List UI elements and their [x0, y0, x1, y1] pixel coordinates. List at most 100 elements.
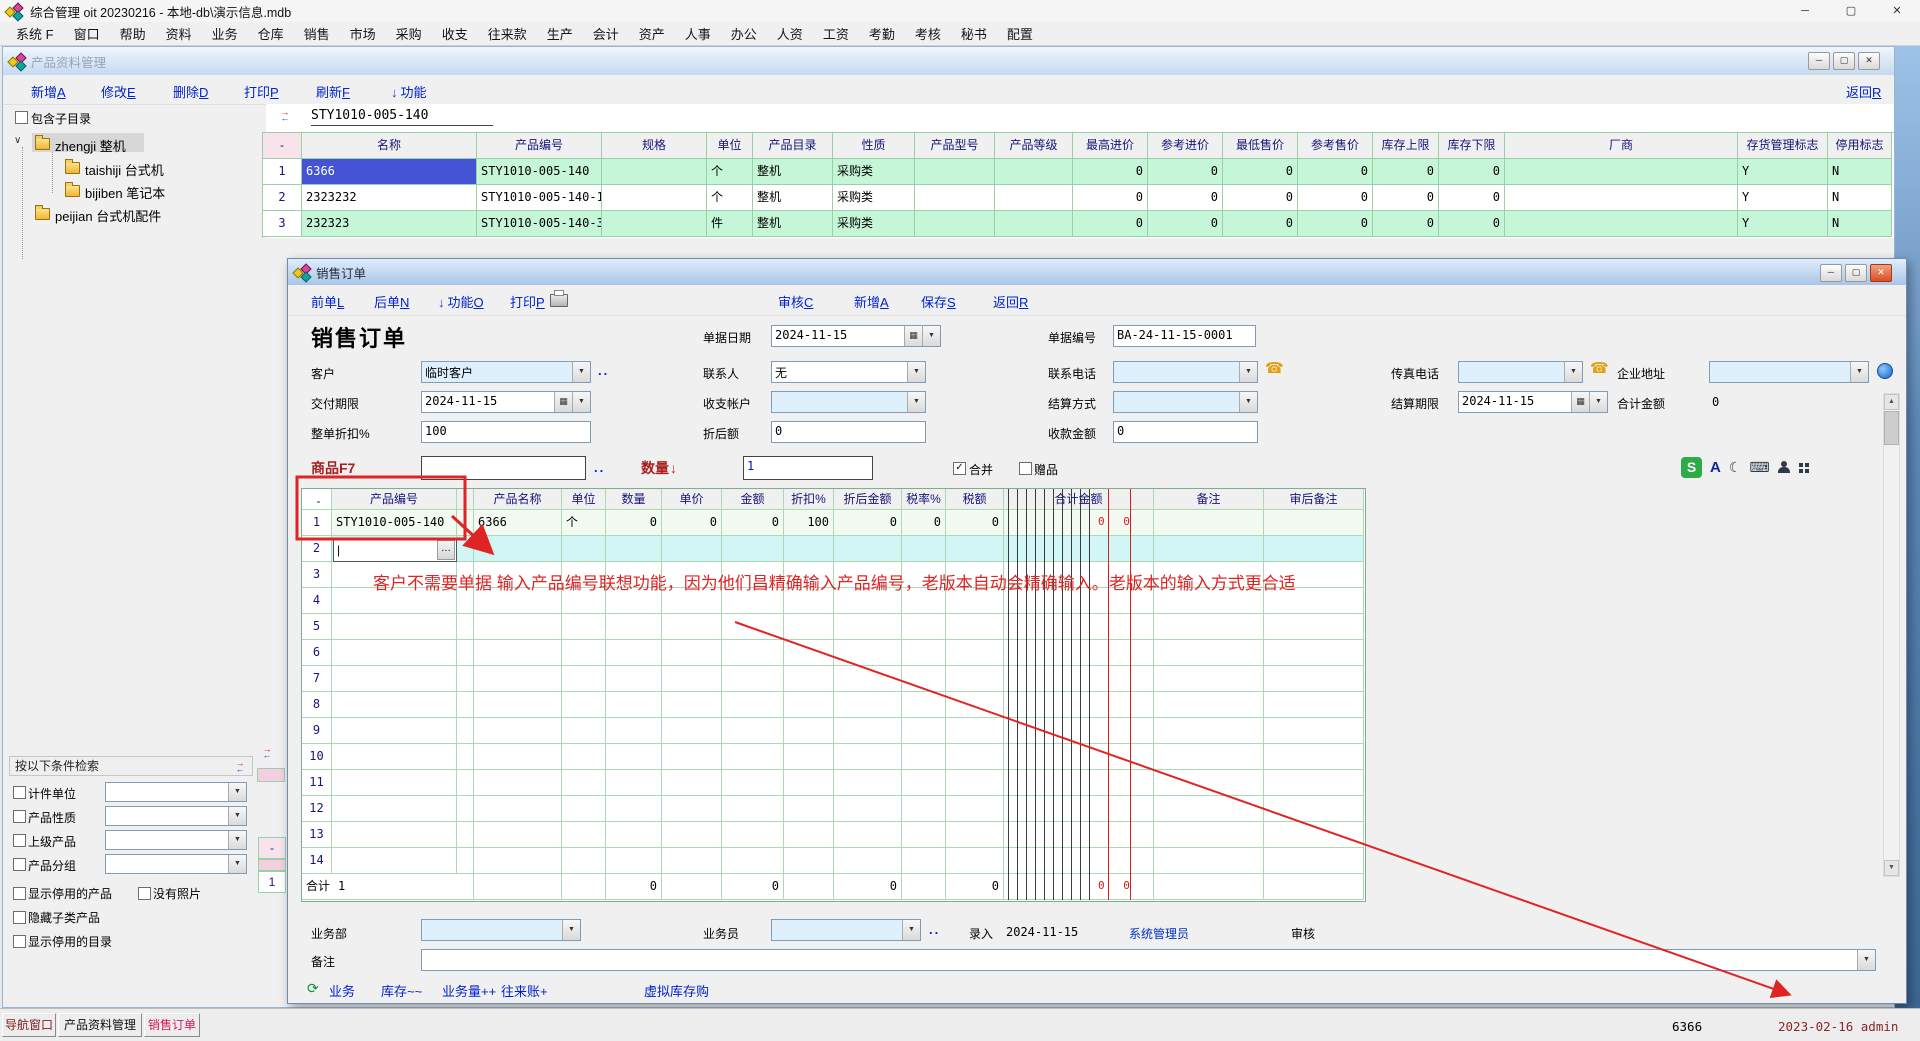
- mini-swap-icon[interactable]: →←: [259, 746, 275, 759]
- pw-toolbar-item-2[interactable]: 删除D: [173, 82, 208, 101]
- product-cell[interactable]: 个: [707, 185, 753, 211]
- grid-cell[interactable]: [662, 640, 722, 666]
- grid-cell[interactable]: [946, 614, 1004, 640]
- grid-cell[interactable]: [332, 666, 457, 692]
- chevron-down-icon[interactable]: ▼: [1239, 392, 1257, 412]
- product-cell[interactable]: 整机: [753, 211, 833, 237]
- settle-method-select[interactable]: ▼: [1113, 391, 1258, 413]
- grid-cell[interactable]: [784, 640, 834, 666]
- menu-item-20[interactable]: 秘书: [951, 24, 997, 43]
- grid-cell[interactable]: [474, 692, 562, 718]
- grid-cell[interactable]: [474, 614, 562, 640]
- product-cell[interactable]: N: [1828, 159, 1892, 185]
- grid-cell[interactable]: [834, 770, 902, 796]
- grid-cell[interactable]: [946, 822, 1004, 848]
- grid-cell[interactable]: [606, 796, 662, 822]
- menu-item-2[interactable]: 帮助: [110, 24, 156, 43]
- account-select[interactable]: ▼: [771, 391, 926, 413]
- grid-cell[interactable]: [457, 536, 474, 562]
- ime-grid-icon[interactable]: [1798, 462, 1809, 473]
- grid-cell[interactable]: [606, 822, 662, 848]
- grid-cell[interactable]: [784, 692, 834, 718]
- grid-cell[interactable]: [332, 796, 457, 822]
- footer-link-4[interactable]: 虚拟库存购: [644, 981, 709, 1000]
- menu-item-17[interactable]: 工资: [813, 24, 859, 43]
- product-cell[interactable]: [995, 159, 1073, 185]
- grid-cell[interactable]: [1154, 796, 1264, 822]
- ime-person-icon[interactable]: [1778, 461, 1790, 473]
- grid-cell[interactable]: [606, 640, 662, 666]
- grid-cell[interactable]: [1154, 536, 1264, 562]
- grid-cell[interactable]: [784, 536, 834, 562]
- dialog-maximize-icon[interactable]: ▢: [1845, 264, 1867, 282]
- product-cell[interactable]: 0: [1148, 211, 1223, 237]
- product-cell[interactable]: [995, 211, 1073, 237]
- grid-cell[interactable]: [332, 770, 457, 796]
- grid-cell[interactable]: [474, 718, 562, 744]
- filter-checkbox-extra-1[interactable]: [13, 935, 26, 948]
- product-cell[interactable]: [602, 159, 707, 185]
- product-cell[interactable]: Y: [1738, 185, 1828, 211]
- ellipsis-button[interactable]: …: [437, 540, 455, 560]
- grid-cell[interactable]: [1264, 614, 1364, 640]
- dialog-minimize-icon[interactable]: ─: [1820, 264, 1842, 282]
- grid-cell[interactable]: [606, 614, 662, 640]
- tree-item-3[interactable]: peijian 台式机配件: [55, 206, 161, 225]
- chevron-down-icon[interactable]: ▼: [1239, 362, 1257, 382]
- grid-cell[interactable]: [722, 822, 784, 848]
- grid-cell[interactable]: [946, 666, 1004, 692]
- menu-item-10[interactable]: 往来款: [478, 24, 537, 43]
- customer-select[interactable]: 临时客户▼: [421, 361, 591, 383]
- grid-cell[interactable]: [474, 770, 562, 796]
- grid-cell[interactable]: 个: [562, 510, 606, 536]
- grid-edit-cell[interactable]: |…: [333, 538, 457, 562]
- product-cell[interactable]: 整机: [753, 185, 833, 211]
- grid-cell[interactable]: [1154, 640, 1264, 666]
- grid-cell[interactable]: [834, 848, 902, 874]
- grid-cell[interactable]: [722, 796, 784, 822]
- product-cell[interactable]: 6366: [302, 159, 477, 185]
- chevron-down-icon[interactable]: ▼: [228, 831, 246, 849]
- deliver-date-picker[interactable]: 2024-11-15▦▼: [421, 391, 591, 413]
- filter-select-2[interactable]: ▼: [105, 830, 247, 850]
- menu-item-11[interactable]: 生产: [537, 24, 583, 43]
- product-cell[interactable]: Y: [1738, 211, 1828, 237]
- menu-item-5[interactable]: 仓库: [248, 24, 294, 43]
- grid-cell[interactable]: [902, 692, 946, 718]
- printer-icon[interactable]: [550, 294, 568, 307]
- menu-item-7[interactable]: 市场: [340, 24, 386, 43]
- grid-cell[interactable]: [606, 848, 662, 874]
- child-maximize-icon[interactable]: ▢: [1833, 52, 1855, 70]
- salesman-more-button[interactable]: ..: [929, 922, 940, 937]
- dialog-toolbar-left-2[interactable]: ↓功能O: [438, 292, 484, 311]
- minimize-icon[interactable]: ─: [1782, 0, 1828, 22]
- product-cell[interactable]: 0: [1439, 159, 1505, 185]
- grid-cell[interactable]: [562, 614, 606, 640]
- locate-swap-icon[interactable]: →←: [277, 109, 293, 122]
- chevron-down-icon[interactable]: ▼: [228, 855, 246, 873]
- grid-cell[interactable]: [834, 614, 902, 640]
- dialog-toolbar-left-3[interactable]: 打印P: [510, 292, 545, 311]
- grid-cell[interactable]: [784, 770, 834, 796]
- grid-cell[interactable]: [784, 822, 834, 848]
- chevron-down-icon[interactable]: ▼: [907, 392, 925, 412]
- grid-cell[interactable]: [562, 744, 606, 770]
- grid-cell[interactable]: [332, 640, 457, 666]
- grid-cell[interactable]: [562, 822, 606, 848]
- filter-checkbox-2[interactable]: [13, 834, 26, 847]
- grid-cell[interactable]: [722, 692, 784, 718]
- grid-cell[interactable]: [457, 640, 474, 666]
- grid-cell[interactable]: [834, 744, 902, 770]
- product-cell[interactable]: 2323232: [302, 185, 477, 211]
- product-cell[interactable]: 采购类: [833, 159, 915, 185]
- grid-cell[interactable]: [562, 848, 606, 874]
- grid-cell[interactable]: [1154, 692, 1264, 718]
- grid-cell[interactable]: [1264, 822, 1364, 848]
- footer-link-3[interactable]: 往来账+: [501, 981, 548, 1000]
- department-select[interactable]: ▼: [421, 919, 581, 941]
- product-cell[interactable]: 采购类: [833, 185, 915, 211]
- grid-cell[interactable]: [1154, 666, 1264, 692]
- phone-select[interactable]: ▼: [1113, 361, 1258, 383]
- pw-toolbar-item-4[interactable]: 刷新F: [316, 82, 350, 101]
- product-cell[interactable]: 整机: [753, 159, 833, 185]
